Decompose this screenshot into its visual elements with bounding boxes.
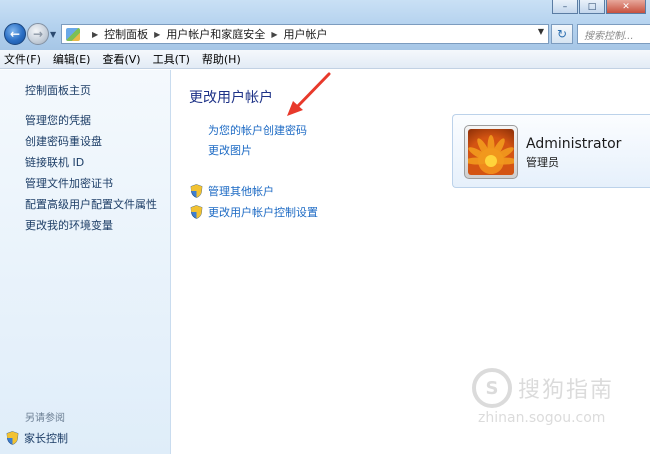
forward-arrow-icon: → <box>32 27 44 41</box>
forward-button[interactable]: → <box>27 23 49 45</box>
menu-view[interactable]: 查看(V) <box>102 51 140 67</box>
sidebar-manage-credentials[interactable]: 管理您的凭据 <box>25 112 91 128</box>
uac-settings-label: 更改用户帐户控制设置 <box>208 206 318 219</box>
breadcrumb-control-panel[interactable]: 控制面板 <box>104 26 148 42</box>
address-dropdown-icon[interactable]: ▼ <box>538 27 544 36</box>
back-arrow-icon: ← <box>9 27 21 41</box>
menu-edit[interactable]: 编辑(E) <box>53 51 91 67</box>
manage-other-accounts-link[interactable]: 管理其他帐户 <box>190 183 274 199</box>
breadcrumb-chevron-icon[interactable]: ▶ <box>92 30 98 39</box>
uac-shield-icon <box>190 184 203 198</box>
sidebar-advanced-profile-properties[interactable]: 配置高级用户配置文件属性 <box>25 196 157 212</box>
back-button[interactable]: ← <box>4 23 26 45</box>
refresh-icon: ↻ <box>556 27 568 41</box>
sogou-logo-icon: S <box>472 368 512 408</box>
breadcrumb-user-accounts[interactable]: 用户帐户 <box>283 26 327 42</box>
sidebar-manage-encryption-certificates[interactable]: 管理文件加密证书 <box>25 175 113 191</box>
avatar[interactable] <box>464 125 518 179</box>
menu-help[interactable]: 帮助(H) <box>202 51 241 67</box>
sidebar-control-panel-home[interactable]: 控制面板主页 <box>25 82 91 98</box>
breadcrumb-chevron-icon[interactable]: ▶ <box>154 30 160 39</box>
uac-settings-link[interactable]: 更改用户帐户控制设置 <box>190 204 318 220</box>
sidebar-create-password-reset-disk[interactable]: 创建密码重设盘 <box>25 133 102 149</box>
manage-other-accounts-label: 管理其他帐户 <box>208 185 274 198</box>
watermark-en: zhinan.sogou.com <box>478 410 606 426</box>
parental-controls-label: 家长控制 <box>24 432 68 445</box>
sidebar-link-online-id[interactable]: 链接联机 ID <box>25 154 84 170</box>
search-input[interactable]: 搜索控制... <box>577 24 650 44</box>
menu-tools[interactable]: 工具(T) <box>153 51 190 67</box>
refresh-button[interactable]: ↻ <box>551 24 573 44</box>
change-picture-link[interactable]: 更改图片 <box>208 142 252 158</box>
watermark: S 搜狗指南 zhinan.sogou.com <box>470 364 630 430</box>
account-card: Administrator 管理员 <box>452 114 650 188</box>
recent-pages-dropdown[interactable]: ▼ <box>50 30 56 39</box>
task-pane: 控制面板主页 管理您的凭据 创建密码重设盘 链接联机 ID 管理文件加密证书 配… <box>0 70 171 454</box>
minimize-button[interactable]: – <box>552 0 578 14</box>
create-password-link[interactable]: 为您的帐户创建密码 <box>208 122 307 138</box>
account-role: 管理员 <box>526 156 559 169</box>
uac-shield-icon <box>190 205 203 219</box>
account-name: Administrator <box>526 136 622 152</box>
menu-bar: 文件(F) 编辑(E) 查看(V) 工具(T) 帮助(H) <box>0 50 650 69</box>
uac-shield-icon <box>6 431 19 445</box>
see-also-caption: 另请参阅 <box>25 413 65 424</box>
window-titlebar: – □ ✕ ← → ▼ ▶ 控制面板 ▶ 用户帐户和家庭安全 ▶ 用户帐户 ▼ … <box>0 0 650 50</box>
address-bar[interactable]: ▶ 控制面板 ▶ 用户帐户和家庭安全 ▶ 用户帐户 ▼ <box>61 24 549 44</box>
sidebar-parental-controls[interactable]: 家长控制 <box>6 430 68 446</box>
window-controls: – □ ✕ <box>551 0 646 14</box>
control-panel-icon <box>66 27 80 41</box>
close-button[interactable]: ✕ <box>606 0 646 14</box>
breadcrumb-chevron-icon[interactable]: ▶ <box>271 30 277 39</box>
menu-file[interactable]: 文件(F) <box>4 51 41 67</box>
page-title: 更改用户帐户 <box>189 90 273 106</box>
watermark-cn: 搜狗指南 <box>518 378 615 403</box>
flower-avatar-image <box>468 129 514 175</box>
breadcrumb-user-accounts-family-safety[interactable]: 用户帐户和家庭安全 <box>166 26 265 42</box>
maximize-button[interactable]: □ <box>579 0 605 14</box>
sidebar-environment-variables[interactable]: 更改我的环境变量 <box>25 217 113 233</box>
